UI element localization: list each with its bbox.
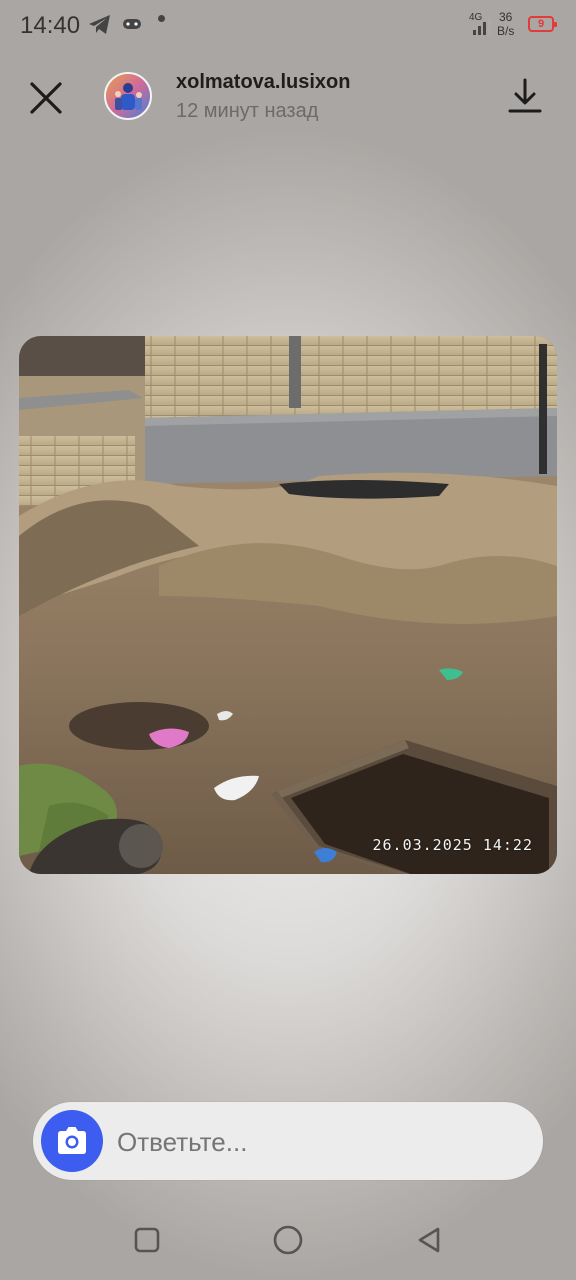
reply-bar[interactable]	[33, 1102, 543, 1182]
status-time: 14:40	[20, 12, 81, 39]
camera-button[interactable]	[41, 1110, 103, 1172]
circle-icon	[273, 1225, 303, 1255]
close-button[interactable]	[24, 76, 68, 120]
signal-icon	[473, 18, 491, 35]
story-photo[interactable]: 26.03.2025 14:22	[19, 336, 557, 874]
download-icon	[508, 78, 542, 113]
network-speed: 36 B/s	[497, 10, 514, 38]
story-header: xolmatova.lusixon 12 минут назад	[0, 60, 576, 140]
avatar-image	[106, 74, 150, 118]
notification-dot	[158, 15, 165, 22]
battery-icon: 9	[528, 16, 557, 32]
navigation-bar	[0, 1200, 576, 1280]
speed-value: 36	[498, 10, 513, 24]
avatar[interactable]	[104, 72, 152, 120]
speed-unit: B/s	[497, 24, 515, 38]
battery-level: 9	[537, 18, 545, 30]
status-bar: 14:40 4G 36 B/s 9	[0, 0, 576, 50]
recents-button[interactable]	[129, 1222, 165, 1258]
username[interactable]: xolmatova.lusixon	[176, 71, 351, 94]
reply-input[interactable]	[115, 1102, 454, 1182]
triangle-back-icon	[418, 1227, 440, 1253]
gamepad-icon	[123, 19, 141, 29]
close-icon	[30, 82, 62, 114]
camera-icon	[58, 1127, 86, 1154]
square-icon	[134, 1227, 160, 1253]
back-button[interactable]	[411, 1222, 447, 1258]
photo-image	[19, 336, 557, 874]
home-button[interactable]	[270, 1222, 306, 1258]
download-button[interactable]	[503, 74, 547, 118]
post-time: 12 минут назад	[176, 100, 319, 122]
photo-timestamp: 26.03.2025 14:22	[372, 836, 533, 854]
telegram-icon	[89, 15, 110, 34]
